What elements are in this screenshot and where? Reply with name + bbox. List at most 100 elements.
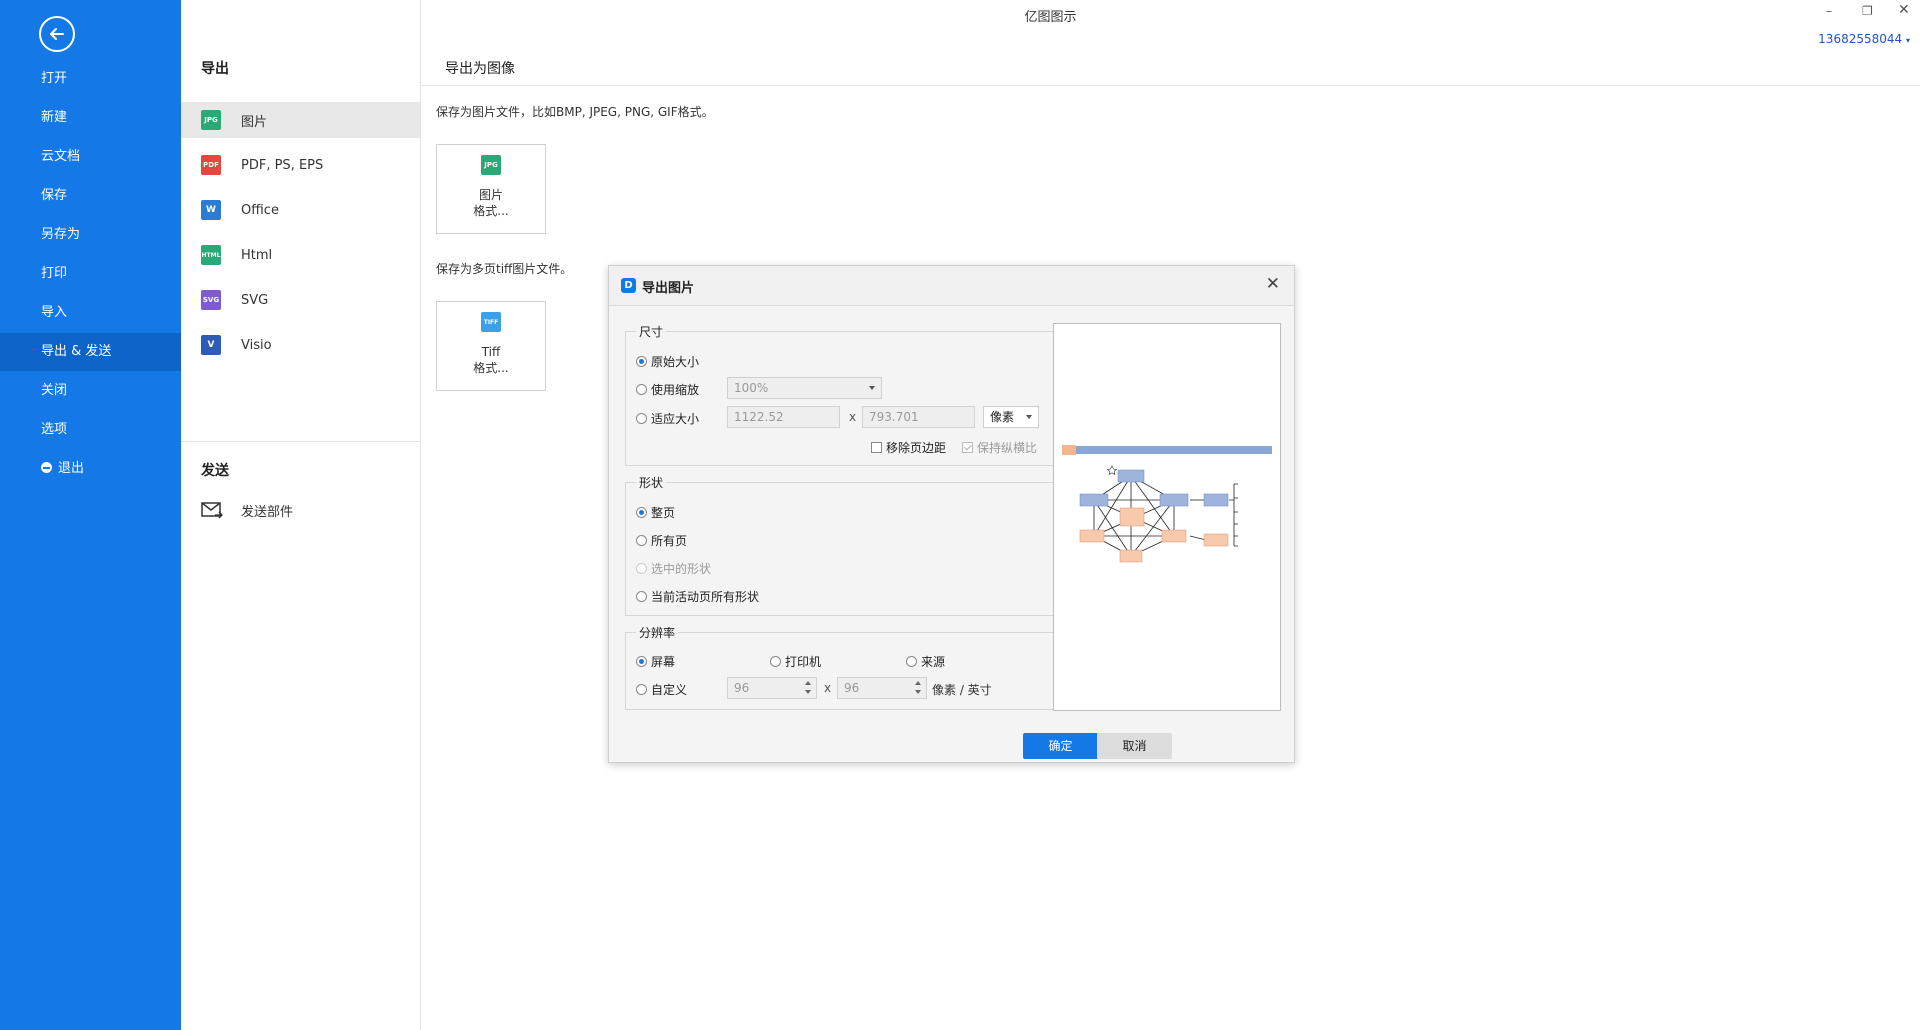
dpi-y-stepper[interactable]: 96 [837, 677, 927, 699]
svg-file-icon: SVG [201, 290, 221, 310]
use-zoom-radio[interactable]: 使用缩放 [636, 381, 699, 398]
dpi-x-value: 96 [734, 681, 750, 695]
stepper-up-icon[interactable] [915, 681, 921, 685]
radio-indicator [636, 384, 647, 395]
window-title: 亿图图示 [1024, 10, 1077, 25]
radio-indicator [906, 656, 917, 667]
custom-label: 自定义 [651, 683, 688, 697]
size-group: 尺寸 原始大小 使用缩放 100% 适应大小 1122.52 x 793.701… [625, 323, 1054, 466]
stepper-up-icon[interactable] [805, 681, 811, 685]
printer-radio[interactable]: 打印机 [770, 653, 821, 670]
panel-divider [181, 441, 420, 442]
export-panel: 导出 JPG 图片 PDF PDF, PS, EPS W Office HTML… [181, 0, 421, 1030]
whole-page-radio[interactable]: 整页 [636, 504, 675, 521]
source-radio[interactable]: 来源 [906, 653, 945, 670]
screen-radio[interactable]: 屏幕 [636, 653, 675, 670]
export-option-label: Office [241, 202, 279, 218]
export-option-visio[interactable]: V Visio [181, 327, 420, 363]
radio-indicator [770, 656, 781, 667]
resolution-legend: 分辨率 [636, 624, 679, 641]
zoom-select[interactable]: 100% [727, 377, 882, 399]
radio-indicator [636, 413, 647, 424]
fit-size-radio[interactable]: 适应大小 [636, 410, 699, 427]
dialog-title: 导出图片 [642, 281, 695, 296]
nav-open[interactable]: 打开 [0, 60, 181, 98]
selected-shapes-radio[interactable]: 选中的形状 [636, 560, 711, 577]
current-page-shapes-label: 当前活动页所有形状 [651, 590, 760, 604]
tiff-format-sublabel: 格式... [473, 361, 509, 375]
export-option-label: Html [241, 247, 273, 263]
export-preview [1053, 323, 1281, 711]
restore-icon[interactable]: ❐ [1862, 4, 1873, 18]
original-size-label: 原始大小 [651, 355, 700, 369]
jpg-icon-label: JPG [484, 161, 498, 169]
nav-close[interactable]: 关闭 [0, 372, 181, 410]
all-pages-radio[interactable]: 所有页 [636, 532, 687, 549]
exit-icon [41, 462, 52, 473]
title-bar: 亿图图示 [181, 0, 1920, 28]
nav-import[interactable]: 导入 [0, 294, 181, 332]
back-arrow-icon [50, 28, 64, 40]
export-option-svg[interactable]: SVG SVG [181, 282, 420, 318]
nav-new[interactable]: 新建 [0, 99, 181, 137]
dpi-x-stepper[interactable]: 96 [727, 677, 817, 699]
tiff-format-button[interactable]: TIFF Tiff 格式... [436, 301, 546, 391]
dialog-title-bar: D 导出图片 ✕ [609, 266, 1294, 306]
nav-cloud-docs[interactable]: 云文档 [0, 138, 181, 176]
export-image-dialog: D 导出图片 ✕ 尺寸 原始大小 使用缩放 100% 适应大小 1122.52 … [608, 265, 1295, 763]
original-size-radio[interactable]: 原始大小 [636, 353, 699, 370]
jpg-icon-label: JPG [204, 116, 218, 124]
ok-button[interactable]: 确定 [1023, 733, 1098, 759]
nav-export-send[interactable]: 导出 & 发送 [0, 333, 181, 371]
width-input[interactable]: 1122.52 [727, 406, 840, 428]
minimize-icon[interactable]: – [1826, 4, 1832, 18]
send-email-option[interactable]: 发送部件 [181, 492, 420, 528]
whole-page-label: 整页 [651, 506, 676, 520]
html-icon-label: HTML [201, 251, 221, 259]
close-window-icon[interactable]: ✕ [1898, 2, 1910, 18]
export-option-image[interactable]: JPG 图片 [181, 102, 420, 138]
all-pages-label: 所有页 [651, 534, 688, 548]
export-option-label: Visio [241, 337, 272, 353]
export-option-pdf[interactable]: PDF PDF, PS, EPS [181, 147, 420, 183]
back-button[interactable] [39, 16, 75, 52]
main-title: 导出为图像 [445, 61, 515, 77]
unit-value: 像素 [990, 410, 1015, 424]
dpi-unit: 像素 / 英寸 [932, 683, 992, 697]
stepper-down-icon[interactable] [805, 690, 811, 694]
export-header: 导出 [201, 61, 229, 77]
image-format-button[interactable]: JPG 图片 格式... [436, 144, 546, 234]
dpi-x-separator: x [824, 681, 832, 695]
nav-print[interactable]: 打印 [0, 255, 181, 293]
nav-options[interactable]: 选项 [0, 411, 181, 449]
checkbox-indicator [962, 442, 973, 453]
radio-indicator [636, 591, 647, 602]
nav-save-as[interactable]: 另存为 [0, 216, 181, 254]
custom-radio[interactable]: 自定义 [636, 681, 687, 698]
chevron-down-icon [869, 386, 875, 390]
radio-indicator [636, 356, 647, 367]
nav-save[interactable]: 保存 [0, 177, 181, 215]
remove-margin-checkbox[interactable]: 移除页边距 [871, 439, 946, 456]
unit-select[interactable]: 像素 [983, 406, 1039, 428]
nav-exit-label: 退出 [58, 461, 85, 476]
stepper-down-icon[interactable] [915, 690, 921, 694]
export-option-label: PDF, PS, EPS [241, 157, 324, 173]
dialog-close-icon[interactable]: ✕ [1266, 274, 1280, 294]
export-option-office[interactable]: W Office [181, 192, 420, 228]
image-format-description: 保存为图片文件，比如BMP, JPEG, PNG, GIF格式。 [436, 105, 714, 119]
export-option-html[interactable]: HTML Html [181, 237, 420, 273]
resolution-group: 分辨率 屏幕 打印机 来源 自定义 96 x 96 像素 / 英寸 [625, 624, 1054, 710]
dpi-y-value: 96 [844, 681, 860, 695]
left-nav: 打开 新建 云文档 保存 另存为 打印 导入 导出 & 发送 关闭 选项 退出 [0, 0, 181, 1030]
keep-ratio-label: 保持纵横比 [977, 441, 1038, 455]
keep-ratio-checkbox[interactable]: 保持纵横比 [962, 439, 1037, 456]
export-option-label: 图片 [241, 114, 268, 130]
height-input[interactable]: 793.701 [862, 406, 975, 428]
current-page-shapes-radio[interactable]: 当前活动页所有形状 [636, 588, 759, 605]
nav-exit[interactable]: 退出 [0, 450, 181, 488]
visio-file-icon: V [201, 335, 221, 355]
cancel-button[interactable]: 取消 [1097, 733, 1172, 759]
jpg-file-icon: JPG [201, 110, 221, 130]
main-header: 导出为图像 [421, 44, 1920, 86]
